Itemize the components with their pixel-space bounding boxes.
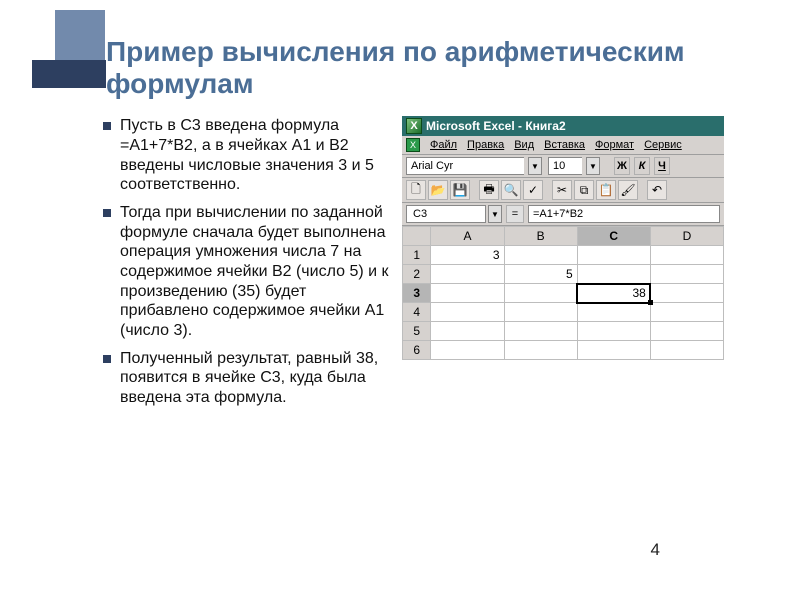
formula-bar: C3 ▼ = =A1+7*B2 <box>402 203 724 226</box>
format-painter-icon[interactable]: 🖌 <box>618 180 638 200</box>
cell-D5[interactable] <box>650 322 723 341</box>
cell-D2[interactable] <box>650 265 723 284</box>
slide-title: Пример вычисления по арифметическим форм… <box>106 36 770 100</box>
cell-B2[interactable]: 5 <box>504 265 577 284</box>
cut-icon[interactable]: ✂ <box>552 180 572 200</box>
row-header-3[interactable]: 3 <box>403 284 431 303</box>
standard-toolbar: 🗋 📂 💾 🖶 🔍 ✓ ✂ ⧉ 📋 🖌 ↶ <box>402 178 724 203</box>
cell-C4[interactable] <box>577 303 650 322</box>
cell-D6[interactable] <box>650 341 723 360</box>
underline-button[interactable]: Ч <box>654 157 670 175</box>
row-header-2[interactable]: 2 <box>403 265 431 284</box>
cell-D4[interactable] <box>650 303 723 322</box>
bullet-item: Тогда при вычислении по заданной формуле… <box>106 203 394 341</box>
spell-icon[interactable]: ✓ <box>523 180 543 200</box>
row-header-6[interactable]: 6 <box>403 341 431 360</box>
spreadsheet-grid: A B C D 1 3 2 5 <box>402 226 724 360</box>
col-header-B[interactable]: B <box>504 227 577 246</box>
menu-view[interactable]: Вид <box>514 139 534 151</box>
font-size-dropdown-icon[interactable]: ▼ <box>586 157 600 175</box>
print-icon[interactable]: 🖶 <box>479 180 499 200</box>
excel-app-icon: X <box>406 118 422 134</box>
cell-C2[interactable] <box>577 265 650 284</box>
cell-A5[interactable] <box>431 322 504 341</box>
cell-A3[interactable] <box>431 284 504 303</box>
cell-B4[interactable] <box>504 303 577 322</box>
font-name-dropdown-icon[interactable]: ▼ <box>528 157 542 175</box>
menu-service[interactable]: Сервис <box>644 139 682 151</box>
select-all-corner[interactable] <box>403 227 431 246</box>
bold-button[interactable]: Ж <box>614 157 630 175</box>
row-header-4[interactable]: 4 <box>403 303 431 322</box>
row-header-5[interactable]: 5 <box>403 322 431 341</box>
cell-A2[interactable] <box>431 265 504 284</box>
equals-button[interactable]: = <box>506 205 524 223</box>
undo-icon[interactable]: ↶ <box>647 180 667 200</box>
excel-screenshot: X Microsoft Excel - Книга2 X Файл Правка… <box>402 116 724 360</box>
cell-B6[interactable] <box>504 341 577 360</box>
font-toolbar: Arial Cyr ▼ 10 ▼ Ж К Ч <box>402 155 724 178</box>
cell-D3[interactable] <box>650 284 723 303</box>
new-file-icon[interactable]: 🗋 <box>406 180 426 200</box>
app-title: Microsoft Excel - Книга2 <box>426 119 566 133</box>
open-file-icon[interactable]: 📂 <box>428 180 448 200</box>
menu-insert[interactable]: Вставка <box>544 139 585 151</box>
cell-C5[interactable] <box>577 322 650 341</box>
cell-D1[interactable] <box>650 246 723 265</box>
bullet-item: Пусть в С3 введена формула =А1+7*В2, а в… <box>106 116 394 195</box>
excel-doc-icon: X <box>406 138 420 152</box>
app-titlebar: X Microsoft Excel - Книга2 <box>402 116 724 136</box>
cell-A1[interactable]: 3 <box>431 246 504 265</box>
col-header-C[interactable]: C <box>577 227 650 246</box>
col-header-D[interactable]: D <box>650 227 723 246</box>
title-accent-bar <box>32 60 106 88</box>
row-header-1[interactable]: 1 <box>403 246 431 265</box>
bullet-item: Полученный результат, равный 38, появитс… <box>106 349 394 408</box>
cell-C1[interactable] <box>577 246 650 265</box>
name-box[interactable]: C3 <box>406 205 486 223</box>
cell-A6[interactable] <box>431 341 504 360</box>
menu-file[interactable]: Файл <box>430 139 457 151</box>
italic-button[interactable]: К <box>634 157 650 175</box>
menu-format[interactable]: Формат <box>595 139 634 151</box>
copy-icon[interactable]: ⧉ <box>574 180 594 200</box>
formula-input[interactable]: =A1+7*B2 <box>528 205 720 223</box>
cell-B1[interactable] <box>504 246 577 265</box>
cell-C3[interactable]: 38 <box>577 284 650 303</box>
menu-edit[interactable]: Правка <box>467 139 504 151</box>
cell-C6[interactable] <box>577 341 650 360</box>
menu-bar: X Файл Правка Вид Вставка Формат Сервис <box>402 136 724 155</box>
preview-icon[interactable]: 🔍 <box>501 180 521 200</box>
cell-A4[interactable] <box>431 303 504 322</box>
font-size-input[interactable]: 10 <box>548 157 582 175</box>
bullet-list: Пусть в С3 введена формула =А1+7*В2, а в… <box>32 116 394 415</box>
name-box-dropdown-icon[interactable]: ▼ <box>488 205 502 223</box>
col-header-A[interactable]: A <box>431 227 504 246</box>
save-icon[interactable]: 💾 <box>450 180 470 200</box>
cell-B3[interactable] <box>504 284 577 303</box>
page-number: 4 <box>651 540 660 560</box>
cell-B5[interactable] <box>504 322 577 341</box>
font-name-input[interactable]: Arial Cyr <box>406 157 524 175</box>
paste-icon[interactable]: 📋 <box>596 180 616 200</box>
